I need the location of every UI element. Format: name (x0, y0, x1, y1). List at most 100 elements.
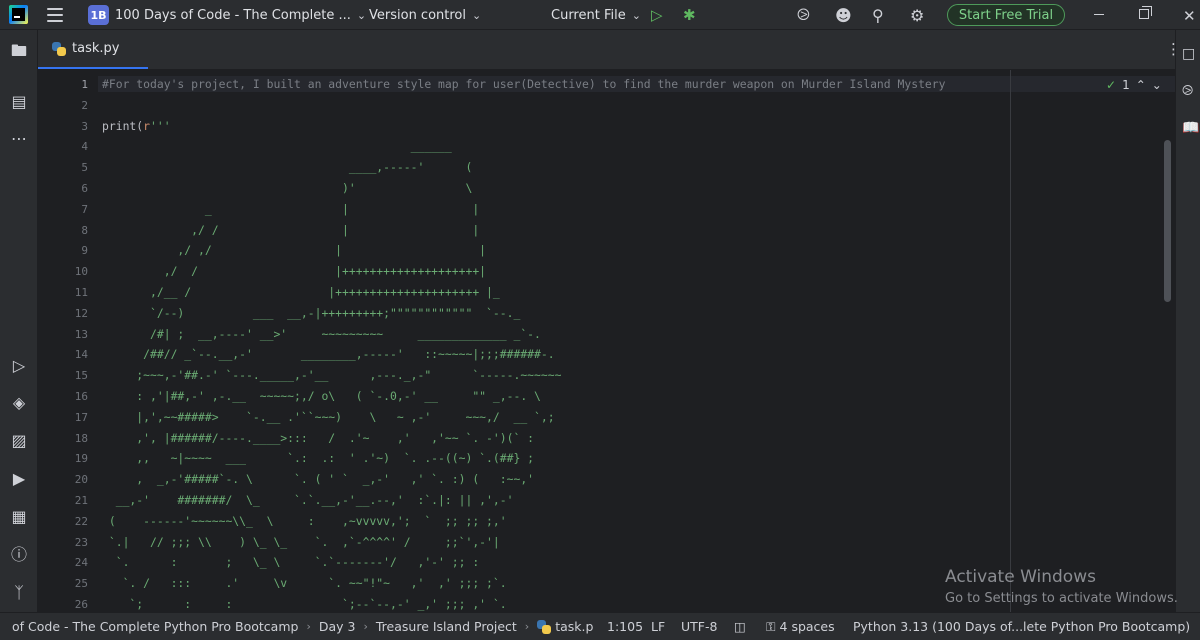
project-folder-icon[interactable]: 🖿 (7, 41, 31, 65)
add-user-icon[interactable]: ☻ (835, 0, 852, 30)
line-number[interactable]: 8 (38, 224, 88, 237)
file-encoding[interactable]: UTF-8 (681, 613, 717, 640)
main-menu-icon[interactable] (46, 0, 64, 30)
line-number[interactable]: 6 (38, 182, 88, 195)
line-number[interactable]: 19 (38, 452, 88, 465)
line-number[interactable]: 7 (38, 203, 88, 216)
line-separator[interactable]: LF (651, 613, 665, 640)
code-token: print (102, 118, 137, 133)
line-number[interactable]: 20 (38, 473, 88, 486)
code-line[interactable]: , _,-'#####`-. \ `. ( ' ` _,-' ,' `. :) … (102, 472, 534, 486)
more-options-icon[interactable]: ⋮ (1166, 40, 1181, 58)
code-line[interactable]: ,', |######/----.____>::: / .'~ ,' ,'~~ … (102, 431, 534, 445)
breadcrumb-item[interactable]: task.p (555, 619, 593, 634)
line-number[interactable]: 13 (38, 328, 88, 341)
line-number-gutter[interactable]: 1 2 3 4 5 6 7 8 9 10 11 12 13 14 15 16 17 18 19 20 21 22 23 24 2… (38, 70, 98, 612)
code-line[interactable]: `; : : `;--`--,-' _,' ;;; ,' `. (102, 597, 506, 611)
breadcrumb-item[interactable]: Day 3 (319, 619, 356, 634)
code-line[interactable]: /##// _`--.__,-' ________,-----' ::~~~~~… (102, 347, 554, 361)
maximize-icon[interactable] (1139, 6, 1152, 19)
caret-position[interactable]: 1:105 (607, 613, 643, 640)
start-free-trial-button[interactable]: Start Free Trial (947, 4, 1065, 26)
readonly-toggle-icon[interactable]: ◫ (734, 613, 746, 640)
line-number[interactable]: 23 (38, 536, 88, 549)
line-number[interactable]: 17 (38, 411, 88, 424)
line-number[interactable]: 4 (38, 140, 88, 153)
settings-gear-icon[interactable]: ⚙ (910, 0, 924, 30)
chevron-up-icon[interactable]: ⌃ (1136, 78, 1146, 92)
code-line[interactable]: _ | | (102, 202, 479, 216)
line-number[interactable]: 25 (38, 577, 88, 590)
run-tool-icon[interactable]: ▷ (7, 353, 31, 377)
vcs-selector[interactable]: Version control ⌄ (369, 0, 481, 30)
structure-icon[interactable]: ▤ (7, 89, 31, 113)
line-number[interactable]: 1 (38, 78, 88, 91)
line-number[interactable]: 26 (38, 598, 88, 611)
problems-icon[interactable]: ⓘ (7, 541, 31, 565)
pycharm-logo-icon[interactable] (9, 5, 28, 24)
documentation-icon[interactable]: 📖 (1182, 120, 1199, 136)
code-line[interactable]: ,, ~|~~~~ ___ `.: .: ' .'~) `. .--((~) `… (102, 451, 534, 465)
code-line[interactable]: ( ------'~~~~~~\\_ \ : ,~vvvvv,'; ` ;; ;… (102, 514, 507, 528)
line-number[interactable]: 2 (38, 99, 88, 112)
breadcrumb-item[interactable]: of Code - The Complete Python Pro Bootca… (12, 619, 298, 634)
run-config-selector[interactable]: Current File ⌄ (551, 0, 641, 30)
line-number[interactable]: 24 (38, 556, 88, 569)
code-line[interactable]: `. / ::: .' \v `. ~~"!"~ ,' ,' ;;; ;`. (102, 576, 507, 590)
code-line[interactable]: ,/ / | | (102, 223, 479, 237)
inspection-widget[interactable]: ✓ 1 ⌃ ⌄ (1106, 78, 1162, 92)
code-line[interactable]: print(r''' (102, 119, 171, 133)
project-badge[interactable]: 1B (88, 5, 109, 25)
code-line[interactable]: ,/__ / |+++++++++++++++++++++ |_ (102, 285, 500, 299)
minimize-icon[interactable] (1094, 14, 1104, 15)
python-interpreter[interactable]: Python 3.13 (100 Days of...lete Python P… (853, 613, 1190, 640)
line-number[interactable]: 10 (38, 265, 88, 278)
git-icon[interactable]: ᛉ (7, 580, 31, 604)
line-number[interactable]: 3 (38, 120, 88, 133)
line-number[interactable]: 21 (38, 494, 88, 507)
run-icon[interactable]: ▷ (651, 0, 663, 30)
line-number[interactable]: 15 (38, 369, 88, 382)
code-line[interactable]: )' \ (102, 181, 472, 195)
vertical-scrollbar[interactable] (1164, 140, 1171, 302)
code-line[interactable]: `/--) ___ __,-|+++++++++;"""""""""""" `-… (102, 306, 520, 320)
code-line[interactable]: ,/ ,/ | | (102, 243, 486, 257)
code-line[interactable]: /#| ; __,----' __>' ~~~~~~~~~ __________… (102, 327, 541, 341)
debug-icon[interactable]: ✱ (683, 0, 696, 30)
indent-setting[interactable]: ⚿ 4 spaces (766, 613, 835, 640)
line-number[interactable]: 14 (38, 348, 88, 361)
terminal-icon[interactable]: ▦ (7, 504, 31, 528)
code-token: ,, ~|~~~~ ___ `.: .: ' .'~) `. .--((~) `… (102, 451, 535, 466)
breadcrumb-item[interactable]: Treasure Island Project (376, 619, 517, 634)
line-number[interactable]: 11 (38, 286, 88, 299)
code-line[interactable]: |,',~~#####> `-.__ .'``~~~) \ ~ ,-' ~~~,… (102, 410, 554, 424)
line-number[interactable]: 16 (38, 390, 88, 403)
code-line[interactable]: ____,-----' ( (102, 160, 472, 174)
code-line[interactable]: `.| // ;;; \\ ) \_ \_ `. ,`-^^^^' / ;;`'… (102, 535, 500, 549)
code-line[interactable]: `. : ; \_ \ `.`-------'/ ,'-' ;; : (102, 555, 479, 569)
services-icon[interactable]: ▶ (7, 466, 31, 490)
python-packages-icon[interactable]: ▨ (7, 428, 31, 452)
code-line[interactable]: ______ (102, 139, 452, 153)
code-line[interactable]: : ,'|##,-' ,-.__ ~~~~~;,/ o\ ( `-.0,-' _… (102, 389, 541, 403)
more-tools-icon[interactable]: ⋯ (7, 126, 31, 150)
code-line[interactable]: __,-' #######/ \_ `.`.__,-'__.--,' :`.|:… (102, 493, 514, 507)
code-editor[interactable]: 1 2 3 4 5 6 7 8 9 10 11 12 13 14 15 16 17 18 19 20 21 22 23 24 2… (38, 70, 1175, 612)
line-number[interactable]: 9 (38, 244, 88, 257)
python-console-icon[interactable]: ◈ (7, 390, 31, 414)
line-number[interactable]: 5 (38, 161, 88, 174)
close-icon[interactable]: ✕ (1183, 7, 1196, 25)
notifications-icon[interactable]: □ (1182, 46, 1195, 62)
chevron-down-icon[interactable]: ⌄ (1152, 78, 1162, 92)
code-line[interactable]: ,/ / |++++++++++++++++++++| (102, 264, 486, 278)
code-line[interactable]: ;~~~,-'##.-' `---._____,-'__ ,---._,-" `… (102, 368, 561, 382)
line-number[interactable]: 22 (38, 515, 88, 528)
ai-assistant-icon[interactable]: ⧁ (797, 0, 810, 30)
line-number[interactable]: 12 (38, 307, 88, 320)
project-selector[interactable]: 100 Days of Code - The Complete ... ⌄ (115, 0, 366, 30)
ai-chat-icon[interactable]: ⧁ (1182, 83, 1193, 99)
code-line[interactable]: #For today's project, I built an adventu… (102, 77, 946, 91)
tab-task-py[interactable]: task.py (38, 30, 148, 69)
line-number[interactable]: 18 (38, 432, 88, 445)
search-icon[interactable]: ⚲ (872, 0, 884, 30)
